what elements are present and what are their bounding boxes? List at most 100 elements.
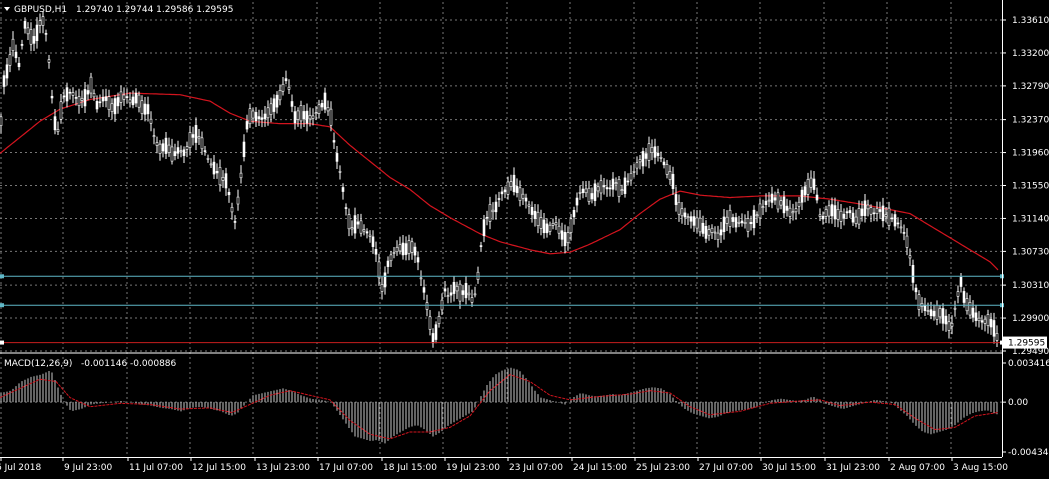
macd-tick-label: 0.003416 <box>1008 359 1049 369</box>
candle-body <box>530 206 534 215</box>
candle-body <box>815 194 819 201</box>
candle-body <box>194 125 198 143</box>
candle-body <box>473 293 477 296</box>
macd-tick-label: -0.004349 <box>1008 448 1049 458</box>
candle-body <box>575 197 579 206</box>
candle-body <box>41 16 45 26</box>
candle-body <box>212 161 216 175</box>
candle-body <box>917 294 921 310</box>
candle-body <box>866 204 870 210</box>
candle-body <box>641 151 645 167</box>
candle-body <box>101 96 105 102</box>
candle-body <box>677 201 681 215</box>
candle-body <box>632 171 636 173</box>
candle-body <box>767 199 771 202</box>
candle-body <box>797 201 801 207</box>
candle-body <box>662 161 666 166</box>
candle-body <box>338 171 342 173</box>
candle-body <box>35 24 39 41</box>
candle-body <box>650 147 654 153</box>
candle-body <box>47 59 51 63</box>
candle-body <box>608 187 612 190</box>
candle-body <box>611 178 615 190</box>
candle-body <box>857 208 861 225</box>
candle-body <box>365 231 369 234</box>
candle-body <box>395 246 399 253</box>
candle-body <box>308 115 312 120</box>
price-chart[interactable]: 1.33610 1.33200 1.32790 1.32370 1.31960 1.315… <box>0 0 1049 479</box>
candle-body <box>203 150 207 152</box>
candle-body <box>782 196 786 214</box>
candle-body <box>467 292 471 296</box>
candle-body <box>974 312 978 321</box>
candle-body <box>503 189 507 193</box>
candle-body <box>488 204 492 222</box>
candle-body <box>119 91 123 103</box>
candle-body <box>542 219 546 234</box>
candle-body <box>821 215 825 220</box>
candle-body <box>176 147 180 154</box>
candle-body <box>71 92 75 96</box>
candle-body <box>434 324 438 340</box>
candle-body <box>50 95 54 99</box>
time-tick-label: 23 Jul 07:00 <box>509 463 563 473</box>
candle-body <box>746 218 750 232</box>
candle-body <box>98 101 102 104</box>
candle-body <box>860 208 864 216</box>
candle-body <box>716 232 720 240</box>
candle-body <box>290 101 294 107</box>
candle-body <box>107 96 111 110</box>
candle-body <box>722 216 726 233</box>
candle-body <box>251 110 255 119</box>
candle-body <box>20 44 24 46</box>
candle-body <box>971 307 975 318</box>
candle-body <box>386 260 390 267</box>
candle-body <box>29 29 33 45</box>
price-tick-label: 1.33610 <box>1012 16 1049 26</box>
candle-body <box>743 222 747 224</box>
candle-body <box>239 172 243 179</box>
line-handle[interactable] <box>0 303 4 308</box>
candle-body <box>155 142 159 146</box>
candle-body <box>368 234 372 237</box>
moving-average-path <box>0 92 999 271</box>
candle-body <box>95 101 99 110</box>
candle-body <box>401 242 405 256</box>
candle-body <box>887 207 891 226</box>
candle-body <box>944 315 948 325</box>
time-tick-label: 17 Jul 07:00 <box>319 463 373 473</box>
candle-body <box>26 27 30 35</box>
dropdown-triangle-icon[interactable] <box>4 7 10 11</box>
price-tick-label: 1.29900 <box>1012 314 1049 324</box>
candle-body <box>230 206 234 213</box>
candle-body <box>725 216 729 224</box>
candle-body <box>443 288 447 292</box>
candle-body <box>812 178 816 190</box>
ohlc-values: 1.29740 1.29744 1.29586 1.29595 <box>76 5 233 15</box>
candle-body <box>380 284 384 292</box>
candle-body <box>680 208 684 217</box>
time-tick-label: 13 Jul 23:00 <box>256 463 310 473</box>
line-handle[interactable] <box>0 274 4 279</box>
candle-body <box>593 183 597 201</box>
candle-body <box>17 62 21 68</box>
candle-body <box>962 291 966 303</box>
candle-body <box>179 150 183 152</box>
candle-body <box>38 20 42 26</box>
candle-body <box>875 208 879 214</box>
time-tick-label: 12 Jul 15:00 <box>192 463 246 473</box>
candle-body <box>470 297 474 303</box>
candle-body <box>332 140 336 143</box>
candle-body <box>431 333 435 344</box>
candle-body <box>320 103 324 108</box>
candle-body <box>2 75 6 87</box>
candle-body <box>479 245 483 247</box>
candle-body <box>317 104 321 114</box>
candle-body <box>854 216 858 224</box>
candle-body <box>215 170 219 174</box>
line-handle[interactable] <box>0 340 4 345</box>
candle-body <box>347 214 351 230</box>
candle-body <box>389 254 393 262</box>
candle-body <box>989 318 993 328</box>
candle-body <box>779 200 783 206</box>
